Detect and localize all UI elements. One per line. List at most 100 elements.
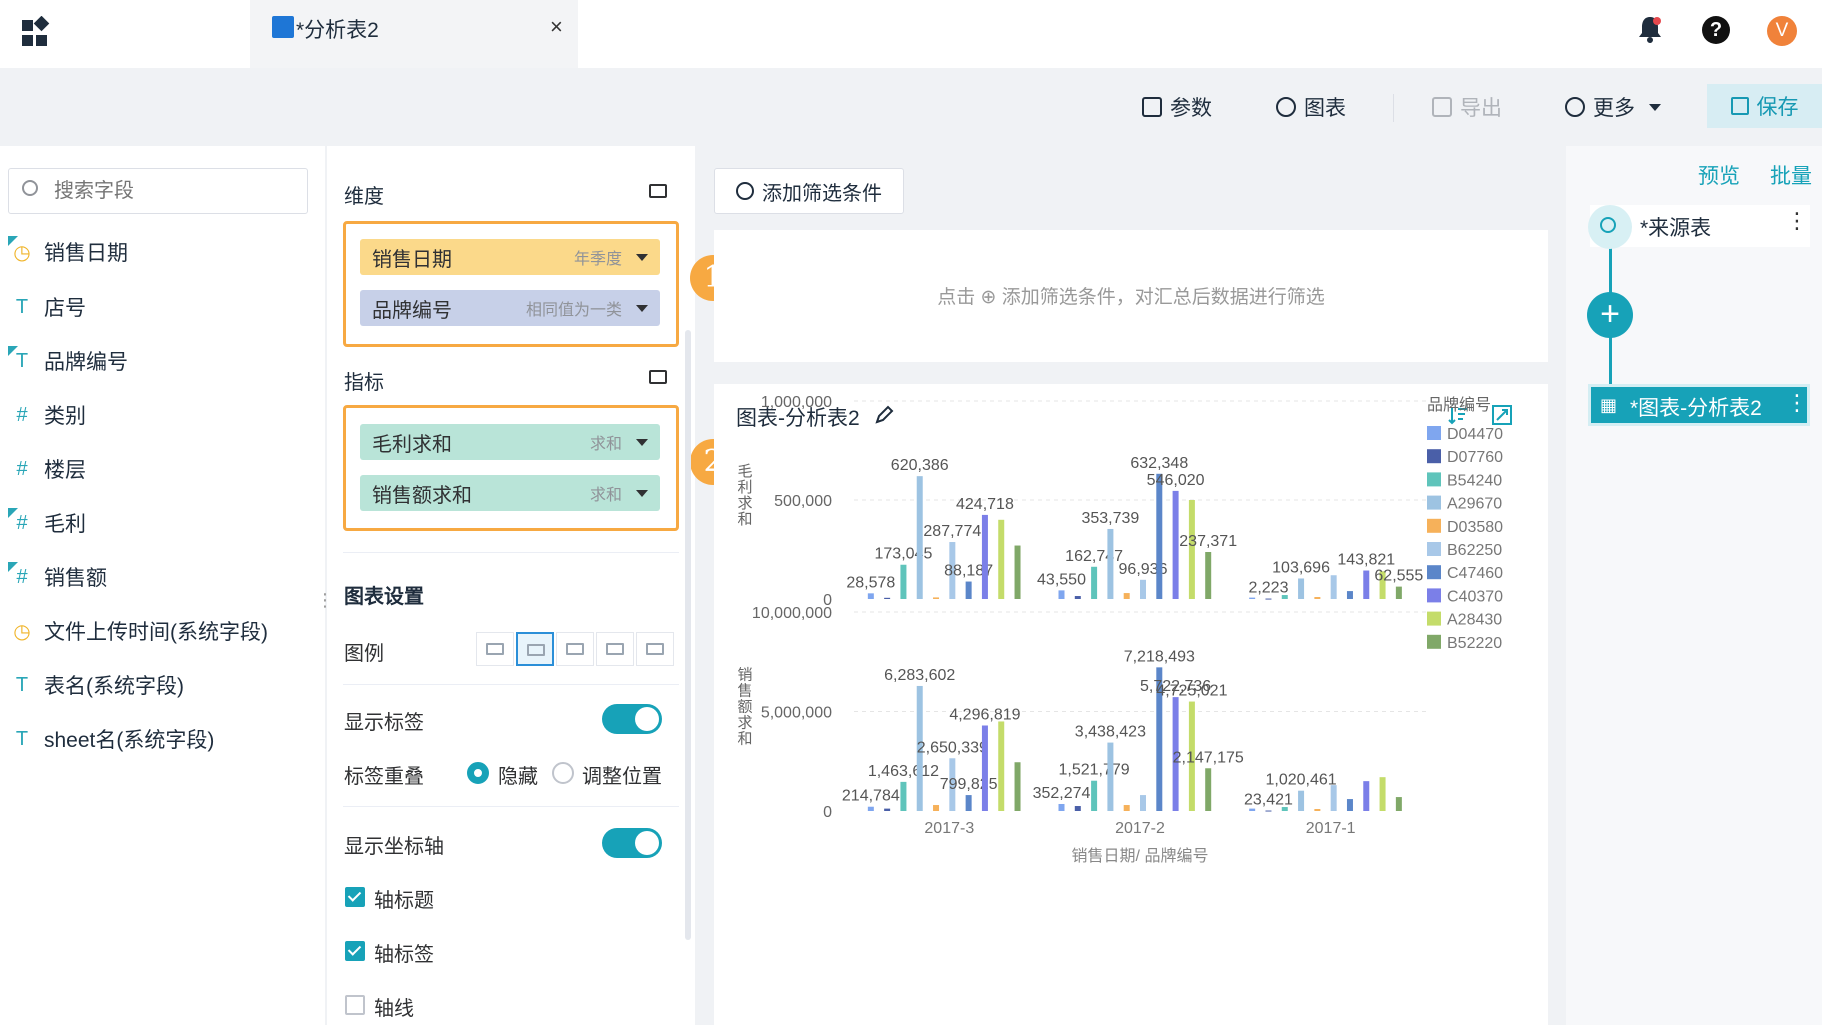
caret-down-icon[interactable] xyxy=(636,438,648,446)
field-label: 品牌编号 xyxy=(44,351,128,374)
data-label: 353,739 xyxy=(1081,510,1139,527)
chart-bar xyxy=(1281,595,1288,599)
notification-bell-icon[interactable] xyxy=(1636,14,1664,44)
data-label: 237,371 xyxy=(1179,533,1237,550)
save-button[interactable]: 保存 xyxy=(1707,84,1822,128)
data-label: 632,348 xyxy=(1130,455,1188,472)
preview-link[interactable]: 预览 xyxy=(1698,160,1740,190)
overlap-hide-radio[interactable] xyxy=(467,762,489,784)
number-icon: # xyxy=(8,507,36,535)
chart-bar xyxy=(1395,586,1402,599)
chart-bar xyxy=(1249,808,1256,811)
field-item-table-name[interactable]: T 表名(系统字段) xyxy=(8,670,184,700)
batch-link[interactable]: 批量 xyxy=(1770,160,1812,190)
field-label: 销售额 xyxy=(44,567,107,590)
legend-item: B52220 xyxy=(1447,635,1502,652)
field-label: 类别 xyxy=(44,405,86,428)
dimension-pill-brand-no[interactable]: 品牌编号 相同值为一类 xyxy=(360,290,660,326)
add-node-button[interactable]: + xyxy=(1587,292,1633,338)
field-item-gross-profit[interactable]: # 毛利 xyxy=(8,507,86,538)
more-button[interactable]: 更多 xyxy=(1565,92,1661,122)
export-label: 导出 xyxy=(1460,97,1502,120)
axis-title-checkbox[interactable] xyxy=(345,887,365,907)
config-scrollbar[interactable] xyxy=(685,330,691,940)
help-icon[interactable]: ? xyxy=(1702,16,1730,44)
caret-down-icon[interactable] xyxy=(636,489,648,497)
chart-bar xyxy=(1172,490,1179,599)
chart-tab-icon xyxy=(272,16,294,38)
y-axis-title-char: 毛 xyxy=(737,463,752,480)
x-tick-label: 2017-1 xyxy=(1306,820,1356,837)
field-item-sales-amount[interactable]: # 销售额 xyxy=(8,561,107,592)
pill-mode: 相同值为一类 xyxy=(525,302,622,319)
legend-item: A28430 xyxy=(1447,612,1502,629)
label-overlap-label: 标签重叠 xyxy=(344,766,424,788)
legend-left-option[interactable] xyxy=(556,632,594,666)
field-item-brand-no[interactable]: T 品牌编号 xyxy=(8,345,128,376)
legend-top-option[interactable] xyxy=(596,632,634,666)
chart-bar xyxy=(1140,579,1146,599)
show-axis-toggle[interactable] xyxy=(602,828,662,858)
divider xyxy=(343,684,679,685)
axis-label-checkbox[interactable] xyxy=(345,941,365,961)
toolbox-icon[interactable] xyxy=(649,184,667,198)
y-axis-title-char: 销 xyxy=(737,667,752,684)
caret-down-icon[interactable] xyxy=(636,253,648,261)
chart-bar xyxy=(1298,578,1305,599)
chart-bar xyxy=(1074,596,1081,599)
chart-label: 图表 xyxy=(1304,97,1346,120)
search-input[interactable] xyxy=(52,174,296,208)
field-item-sales-date[interactable]: ◷ 销售日期 xyxy=(8,235,128,267)
axis-title-label: 轴标题 xyxy=(374,890,434,912)
data-label: 162,747 xyxy=(1065,548,1123,565)
legend-swatch xyxy=(1427,518,1441,533)
chart-bar xyxy=(1363,781,1370,811)
user-avatar[interactable]: V xyxy=(1767,16,1797,46)
show-labels-toggle[interactable] xyxy=(602,704,662,734)
text-icon: T xyxy=(15,673,29,696)
chart-button[interactable]: 图表 xyxy=(1276,92,1346,122)
legend-bottom-option[interactable] xyxy=(636,632,674,666)
params-button[interactable]: 参数 xyxy=(1142,92,1212,122)
overlap-adjust-radio[interactable] xyxy=(552,762,574,784)
flow-panel xyxy=(1566,146,1822,1025)
chart-bar xyxy=(1330,575,1337,599)
show-labels-label: 显示标签 xyxy=(344,712,424,734)
data-label: 2,650,339 xyxy=(917,739,988,756)
field-item-upload-time[interactable]: ◷ 文件上传时间(系统字段) xyxy=(8,616,268,646)
field-item-store-no[interactable]: T 店号 xyxy=(8,292,86,322)
chart-bar xyxy=(916,476,923,599)
field-item-sheet-name[interactable]: Tsheet名(系统字段) xyxy=(8,724,214,754)
data-label: 43,550 xyxy=(1037,571,1086,588)
close-tab-icon[interactable]: × xyxy=(550,14,563,40)
toolbox-icon[interactable] xyxy=(649,370,667,384)
chart-bar xyxy=(1346,591,1353,599)
caret-down-icon[interactable] xyxy=(636,304,648,312)
y-tick-label: 10,000,000 xyxy=(752,605,832,622)
date-icon: ◷ xyxy=(8,235,36,265)
chart-bar xyxy=(1330,785,1337,811)
metric-pill-sales-sum[interactable]: 销售额求和 求和 xyxy=(360,475,660,511)
legend-swatch xyxy=(1427,634,1441,649)
dimension-pill-sales-date[interactable]: 销售日期 年季度 xyxy=(360,239,660,275)
save-label: 保存 xyxy=(1756,96,1799,119)
chart-bar xyxy=(1058,590,1065,599)
chart-bar xyxy=(1140,795,1146,811)
legend-swatch xyxy=(1427,588,1441,603)
field-item-floor[interactable]: # 楼层 xyxy=(8,454,86,484)
more-vert-icon[interactable]: ⋮ xyxy=(1786,390,1808,416)
legend-none-option[interactable] xyxy=(476,632,514,666)
field-label: 毛利 xyxy=(44,513,86,536)
chart-bar xyxy=(1346,799,1353,811)
chart-bar xyxy=(1265,598,1272,600)
app-grid-icon[interactable] xyxy=(18,16,58,52)
metric-pill-gross-profit-sum[interactable]: 毛利求和 求和 xyxy=(360,424,660,460)
export-button[interactable]: 导出 xyxy=(1432,92,1502,122)
field-item-category[interactable]: # 类别 xyxy=(8,400,86,430)
chart-bar xyxy=(884,808,891,811)
chart-bar xyxy=(1156,473,1163,599)
legend-right-option[interactable] xyxy=(516,632,554,666)
add-filter-button[interactable]: 添加筛选条件 xyxy=(714,168,904,214)
axis-line-checkbox[interactable] xyxy=(345,995,365,1015)
more-vert-icon[interactable]: ⋮ xyxy=(1786,208,1808,234)
